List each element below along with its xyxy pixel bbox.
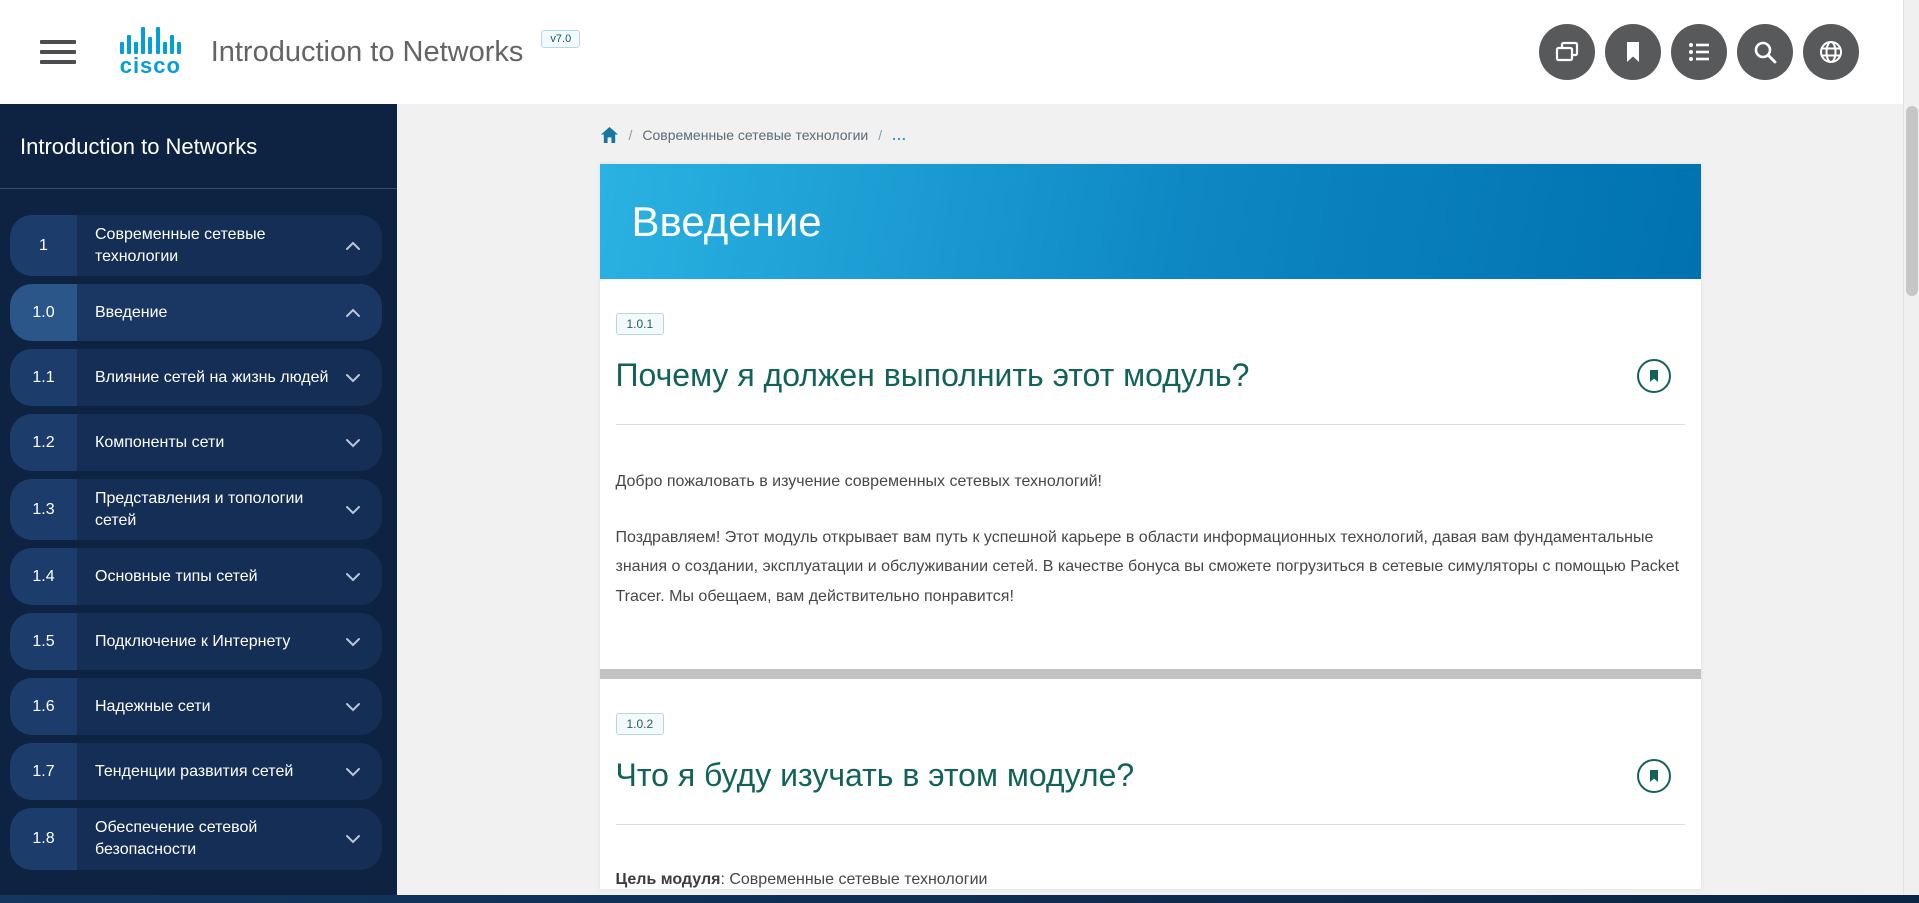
chevron-down-icon[interactable]: [342, 631, 364, 653]
chevron-down-icon[interactable]: [342, 432, 364, 454]
table-of-contents-button[interactable]: [1671, 24, 1727, 80]
bookmark-icon: [1647, 768, 1661, 784]
item-number: 1.3: [10, 479, 77, 540]
search-button[interactable]: [1737, 24, 1793, 80]
item-number: 1.1: [10, 349, 77, 406]
chevron-down-icon[interactable]: [342, 696, 364, 718]
item-number: 1.4: [10, 548, 77, 605]
vertical-scrollbar[interactable]: [1903, 0, 1919, 903]
breadcrumb-separator: /: [878, 127, 882, 143]
home-icon[interactable]: [600, 126, 619, 144]
sidebar-item-1-6[interactable]: 1.6 Надежные сети: [10, 678, 382, 735]
section-badge: 1.0.2: [616, 713, 665, 735]
sidebar-item-1-8[interactable]: 1.8 Обеспечение сетевой безопасности: [10, 808, 382, 869]
item-number: 1.6: [10, 678, 77, 735]
bookmark-icon: [1647, 368, 1661, 384]
module-goal: Цель модуля: Современные сетевые техноло…: [616, 871, 1685, 889]
paragraph: Поздравляем! Этот модуль открывает вам п…: [616, 523, 1685, 612]
content-card: Введение 1.0.1 Почему я должен выполнить…: [600, 164, 1701, 889]
breadcrumb: / Современные сетевые технологии / ...: [600, 126, 1701, 144]
search-icon: [1750, 37, 1780, 67]
section-heading: Почему я должен выполнить этот модуль?: [616, 357, 1250, 394]
item-number: 1.0: [10, 284, 77, 341]
section-1-0-2: 1.0.2 Что я буду изучать в этом модуле? …: [600, 679, 1701, 889]
chevron-down-icon[interactable]: [342, 761, 364, 783]
cisco-logo-word: cisco: [120, 55, 181, 77]
item-number: 1.5: [10, 613, 77, 670]
bookmark-icon: [1618, 37, 1648, 67]
breadcrumb-link-module[interactable]: Современные сетевые технологии: [642, 127, 868, 143]
heading-divider: [616, 824, 1685, 825]
section-badge: 1.0.1: [616, 313, 665, 335]
main-content-area: / Современные сетевые технологии / ... В…: [397, 104, 1903, 903]
list-icon: [1684, 37, 1714, 67]
chevron-down-icon[interactable]: [342, 828, 364, 850]
item-number: 1.7: [10, 743, 77, 800]
item-label: Надежные сети: [95, 696, 334, 718]
chevron-down-icon[interactable]: [342, 499, 364, 521]
language-button[interactable]: [1803, 24, 1859, 80]
chevron-up-icon[interactable]: [342, 302, 364, 324]
top-header: cisco Introduction to Networks v7.0: [0, 0, 1903, 104]
breadcrumb-separator: /: [629, 127, 633, 143]
hamburger-menu-icon[interactable]: [40, 34, 76, 70]
sidebar-item-1-5[interactable]: 1.5 Подключение к Интернету: [10, 613, 382, 670]
cisco-logo[interactable]: cisco: [118, 27, 183, 77]
chevron-up-icon[interactable]: [342, 235, 364, 257]
item-label: Обеспечение сетевой безопасности: [95, 817, 334, 860]
goal-text: : Современные сетевые технологии: [720, 871, 987, 888]
section-divider-bar: [600, 669, 1701, 679]
module-banner: Введение: [600, 164, 1701, 279]
paragraph: Добро пожаловать в изучение современных …: [616, 467, 1685, 497]
item-label: Подключение к Интернету: [95, 631, 334, 653]
bookmarks-button[interactable]: [1605, 24, 1661, 80]
item-label: Введение: [95, 302, 334, 324]
item-label: Основные типы сетей: [95, 566, 334, 588]
course-sidebar: Introduction to Networks 1 Современные с…: [0, 104, 397, 903]
cisco-logo-bars-icon: [118, 27, 183, 54]
breadcrumb-ellipsis[interactable]: ...: [892, 127, 907, 143]
sidebar-course-title: Introduction to Networks: [0, 104, 397, 189]
sidebar-item-1[interactable]: 1 Современные сетевые технологии: [10, 215, 382, 276]
module-nav: 1 Современные сетевые технологии 1.0 Вве…: [0, 189, 397, 870]
sidebar-item-1-4[interactable]: 1.4 Основные типы сетей: [10, 548, 382, 605]
sidebar-item-1-3[interactable]: 1.3 Представления и топологии сетей: [10, 479, 382, 540]
item-number: 1.2: [10, 414, 77, 471]
item-label: Современные сетевые технологии: [95, 224, 334, 267]
bookmark-section-button[interactable]: [1637, 759, 1671, 793]
course-title: Introduction to Networks: [211, 36, 524, 69]
bookmark-section-button[interactable]: [1637, 359, 1671, 393]
item-label: Влияние сетей на жизнь людей: [95, 367, 334, 389]
goal-label: Цель модуля: [616, 871, 721, 888]
item-label: Представления и топологии сетей: [95, 488, 334, 531]
footer-bar: [0, 895, 1919, 903]
sidebar-item-1-0[interactable]: 1.0 Введение: [10, 284, 382, 341]
item-number: 1: [10, 215, 77, 276]
globe-icon: [1816, 37, 1846, 67]
banner-title: Введение: [600, 198, 822, 246]
section-heading: Что я буду изучать в этом модуле?: [616, 757, 1135, 794]
item-number: 1.8: [10, 808, 77, 869]
chevron-down-icon[interactable]: [342, 367, 364, 389]
heading-divider: [616, 424, 1685, 425]
section-1-0-1: 1.0.1 Почему я должен выполнить этот мод…: [600, 279, 1701, 669]
windows-button[interactable]: [1539, 24, 1595, 80]
chevron-down-icon[interactable]: [342, 566, 364, 588]
sidebar-item-1-7[interactable]: 1.7 Тенденции развития сетей: [10, 743, 382, 800]
windows-icon: [1552, 37, 1582, 67]
scrollbar-thumb[interactable]: [1906, 106, 1918, 296]
sidebar-item-1-1[interactable]: 1.1 Влияние сетей на жизнь людей: [10, 349, 382, 406]
version-badge: v7.0: [541, 30, 580, 48]
item-label: Тенденции развития сетей: [95, 761, 334, 783]
sidebar-item-1-2[interactable]: 1.2 Компоненты сети: [10, 414, 382, 471]
item-label: Компоненты сети: [95, 432, 334, 454]
